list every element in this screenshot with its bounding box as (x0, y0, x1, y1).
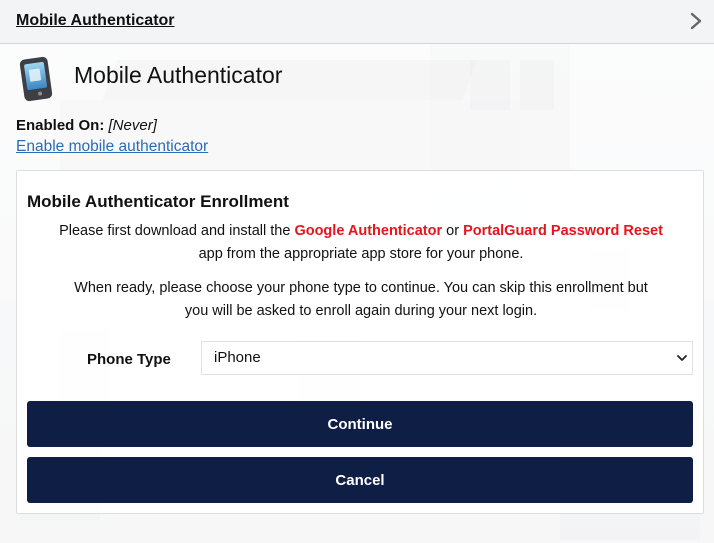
panel-header-title[interactable]: Mobile Authenticator (16, 12, 175, 30)
install-instructions: Please first download and install the Go… (59, 223, 663, 262)
continue-button[interactable]: Continue (27, 401, 693, 447)
phone-type-select[interactable]: iPhone (201, 341, 693, 375)
mobile-phone-icon (19, 56, 53, 102)
portalguard-text: PortalGuard Password Reset (463, 223, 663, 239)
enrollment-card: Mobile Authenticator Enrollment Please f… (16, 170, 704, 514)
phone-type-label: Phone Type (87, 351, 171, 368)
chevron-right-icon[interactable] (688, 12, 704, 30)
cancel-button[interactable]: Cancel (27, 457, 693, 503)
page-title: Mobile Authenticator (74, 62, 283, 88)
enrollment-title: Mobile Authenticator Enrollment (27, 192, 289, 211)
phone-type-selected-value: iPhone (214, 349, 261, 366)
enable-mobile-authenticator-link[interactable]: Enable mobile authenticator (16, 138, 208, 156)
enabled-on-value: [Never] (108, 117, 157, 134)
enabled-on-label: Enabled On: (16, 117, 105, 134)
google-authenticator-text: Google Authenticator (294, 223, 443, 239)
panel-header[interactable]: Mobile Authenticator (0, 0, 714, 44)
enabled-on-status: Enabled On: [Never] (16, 117, 157, 134)
chevron-down-icon (677, 355, 687, 361)
choose-phone-instructions: When ready, please choose your phone typ… (74, 280, 648, 319)
